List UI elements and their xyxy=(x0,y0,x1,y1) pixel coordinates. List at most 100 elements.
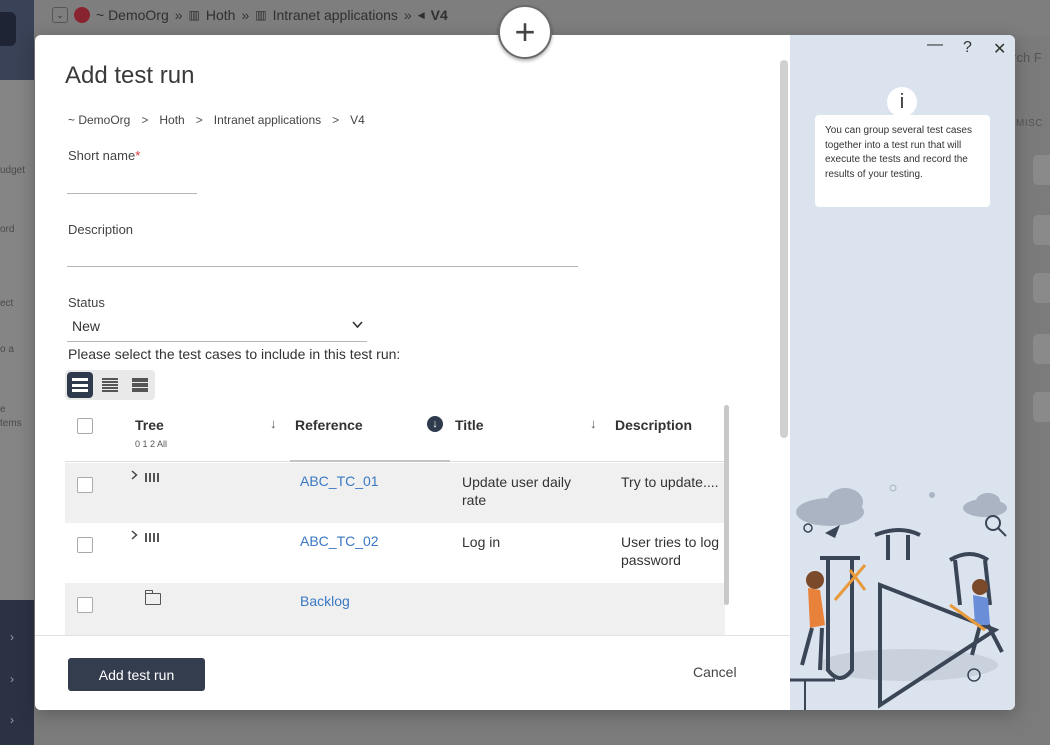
bg-tile xyxy=(1033,215,1050,245)
close-icon[interactable]: ✕ xyxy=(993,39,1006,59)
bg-breadcrumb: ⌄ ~ DemoOrg » ▥ Hoth » ▥ Intranet applic… xyxy=(52,7,448,23)
bg-side-label: ect xyxy=(0,298,14,309)
description-input[interactable] xyxy=(67,240,577,266)
dialog-footer: Add test run Cancel xyxy=(35,635,790,710)
sort-arrow-icon[interactable]: ↓ xyxy=(270,416,277,431)
view-dense-button[interactable] xyxy=(127,372,153,398)
breadcrumb-separator: > xyxy=(141,113,149,127)
grid-scrollbar[interactable] xyxy=(724,405,729,605)
bg-tile xyxy=(1033,334,1050,364)
required-marker: * xyxy=(135,148,141,163)
test-case-icon xyxy=(145,473,159,482)
org-logo-icon xyxy=(74,7,90,23)
view-compact-button[interactable] xyxy=(97,372,123,398)
status-select[interactable]: New xyxy=(67,315,367,342)
tree-level-selector[interactable]: 0 1 2 All xyxy=(135,439,167,449)
bg-misc-label: MISC xyxy=(1016,118,1043,129)
add-test-run-button[interactable]: Add test run xyxy=(68,658,205,691)
bg-tile xyxy=(1033,392,1050,422)
chevron-down-icon xyxy=(352,320,363,332)
add-test-run-dialog: Add test run ~ DemoOrg > Hoth > Intranet… xyxy=(35,35,1015,710)
bg-left-footer: › › › xyxy=(0,600,34,745)
chevron-right-icon[interactable] xyxy=(131,469,138,483)
select-all-checkbox[interactable] xyxy=(77,418,93,434)
bg-chevron-right-icon: › xyxy=(10,630,14,644)
column-title[interactable]: Title xyxy=(455,417,484,433)
bg-side-label: ord xyxy=(0,224,15,235)
short-name-input[interactable] xyxy=(67,167,197,193)
table-row[interactable]: ABC_TC_02 Log in User tries to log passw… xyxy=(65,523,725,583)
cancel-button[interactable]: Cancel xyxy=(693,664,737,680)
bg-chevron-right-icon: › xyxy=(10,713,14,727)
bg-book-icon: ▥ xyxy=(188,8,200,22)
column-tree[interactable]: Tree xyxy=(135,417,164,433)
bg-book-icon: ▥ xyxy=(255,8,267,22)
add-plus-button[interactable]: + xyxy=(498,5,552,59)
description-underline xyxy=(67,266,578,267)
bg-side-label: udget xyxy=(0,165,26,176)
breadcrumb-version[interactable]: V4 xyxy=(350,113,365,127)
chevron-right-icon[interactable] xyxy=(131,529,138,543)
bg-tile xyxy=(1033,155,1050,185)
help-icon[interactable]: ? xyxy=(963,39,972,57)
breadcrumb-separator: > xyxy=(195,113,203,127)
bg-collapse-icon: ⌄ xyxy=(52,7,68,23)
folder-icon xyxy=(145,590,161,605)
sort-active-arrow-icon[interactable]: ↓ xyxy=(427,416,443,432)
bg-side-label: o a xyxy=(0,344,14,355)
table-row[interactable]: Backlog xyxy=(65,583,725,635)
info-icon: i xyxy=(887,87,917,117)
row-checkbox[interactable] xyxy=(77,597,93,613)
description-label: Description xyxy=(68,222,134,237)
breadcrumb-org[interactable]: ~ DemoOrg xyxy=(68,113,130,127)
column-description[interactable]: Description xyxy=(615,417,692,433)
view-list-button[interactable] xyxy=(67,372,93,398)
row-reference-link[interactable]: ABC_TC_01 xyxy=(300,473,379,489)
dialog-title: Add test run xyxy=(65,62,195,89)
bg-crumb-version: V4 xyxy=(430,7,448,23)
breadcrumb-separator: > xyxy=(332,113,340,127)
dense-view-icon xyxy=(132,377,148,393)
short-name-label-text: Short name xyxy=(68,148,136,163)
bg-side-label: e xyxy=(0,404,6,415)
test-case-grid: Tree 0 1 2 All ↓ Reference ↓ Title ↓ Des… xyxy=(65,405,725,635)
list-view-icon xyxy=(72,378,88,392)
test-case-icon xyxy=(145,533,159,542)
status-value: New xyxy=(72,318,101,334)
row-reference-link[interactable]: Backlog xyxy=(300,593,350,609)
status-label: Status xyxy=(68,295,105,310)
bg-crumb-sep: » xyxy=(241,7,250,23)
column-reference[interactable]: Reference xyxy=(295,417,363,433)
grid-header: Tree 0 1 2 All ↓ Reference ↓ Title ↓ Des… xyxy=(65,405,725,462)
row-checkbox[interactable] xyxy=(77,477,93,493)
bg-tile xyxy=(1033,273,1050,303)
row-checkbox[interactable] xyxy=(77,537,93,553)
breadcrumb-app[interactable]: Intranet applications xyxy=(214,113,321,127)
select-test-cases-prompt: Please select the test cases to include … xyxy=(68,346,401,362)
dialog-main: Add test run ~ DemoOrg > Hoth > Intranet… xyxy=(35,35,790,635)
row-reference-link[interactable]: ABC_TC_02 xyxy=(300,533,379,549)
bg-crumb-sep: » xyxy=(174,7,183,23)
breadcrumb: ~ DemoOrg > Hoth > Intranet applications… xyxy=(68,113,365,127)
row-description: Try to update.... xyxy=(621,474,719,490)
bg-left-header xyxy=(0,0,34,80)
dialog-scrollbar[interactable] xyxy=(780,60,788,438)
help-text-bubble: You can group several test cases togethe… xyxy=(815,115,990,207)
bg-nav-pill xyxy=(0,12,16,46)
table-row[interactable]: ABC_TC_01 Update user daily rate Try to … xyxy=(65,463,725,523)
minimize-icon[interactable]: — xyxy=(927,36,943,54)
bg-chevron-right-icon: › xyxy=(10,672,14,686)
bg-triangle-icon: ◀ xyxy=(417,9,425,20)
short-name-label: Short name* xyxy=(68,148,140,163)
plus-icon: + xyxy=(514,11,536,52)
reference-column-indicator xyxy=(290,460,450,462)
sort-arrow-icon[interactable]: ↓ xyxy=(590,416,597,431)
short-name-underline xyxy=(67,193,197,194)
view-toggle xyxy=(65,370,155,400)
help-side-panel: — ? ✕ i You can group several test cases… xyxy=(790,35,1015,710)
bg-crumb-project: Hoth xyxy=(205,7,236,23)
bg-crumb-app: Intranet applications xyxy=(272,7,398,23)
breadcrumb-project[interactable]: Hoth xyxy=(159,113,184,127)
testing-illustration xyxy=(790,484,1007,710)
row-description: User tries to log password xyxy=(621,534,720,568)
